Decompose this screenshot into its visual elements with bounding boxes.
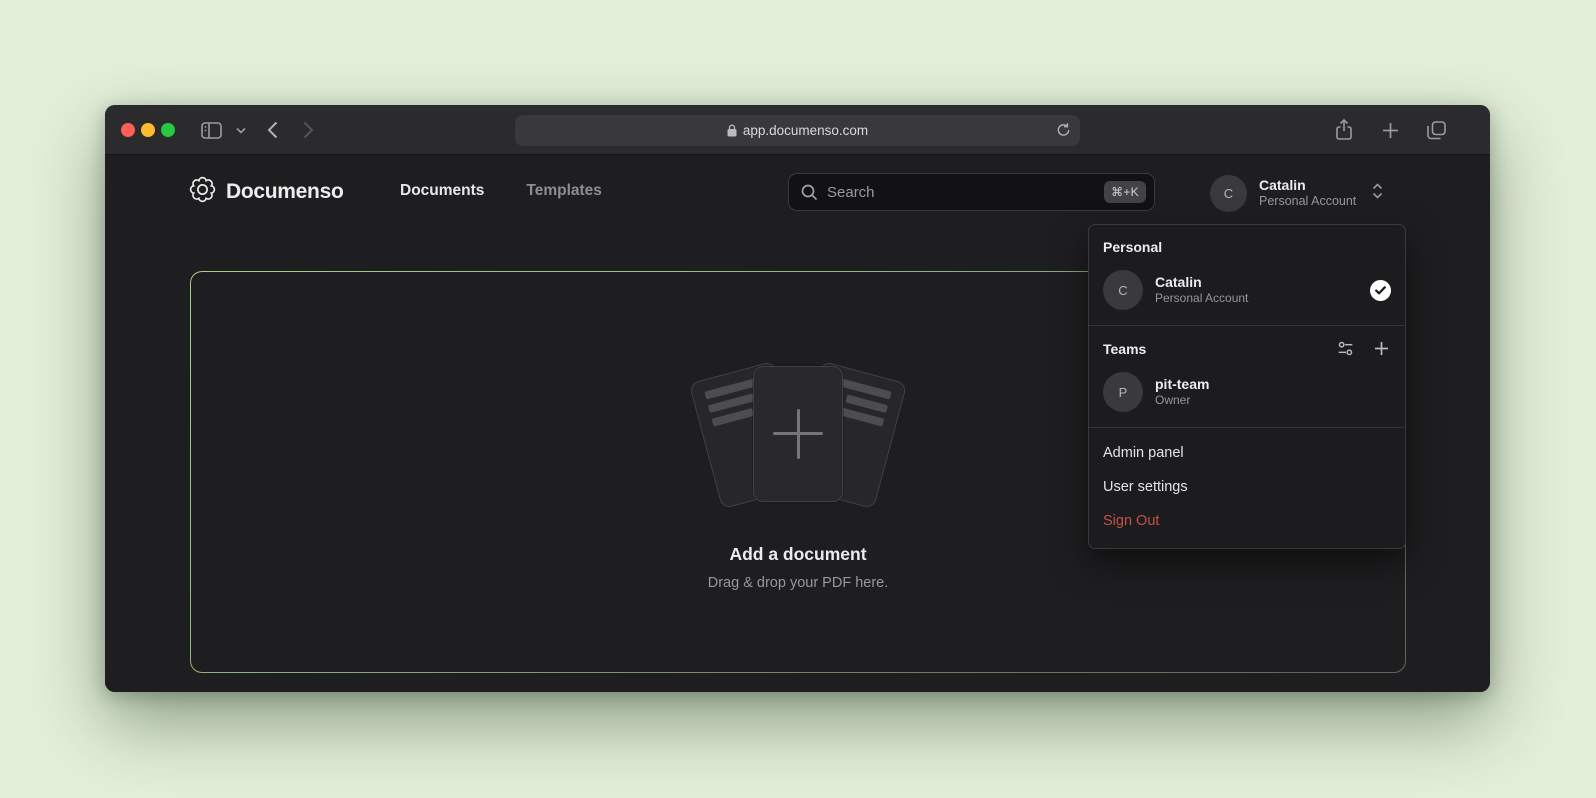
chevron-up-down-icon [1372, 183, 1383, 204]
personal-section: Personal C Catalin Personal Account [1089, 225, 1405, 325]
menu-item-user-settings[interactable]: User settings [1089, 470, 1405, 504]
team-name: pit-team [1155, 375, 1391, 393]
account-dropdown-menu: Personal C Catalin Personal Account [1088, 224, 1406, 549]
personal-section-label: Personal [1089, 235, 1405, 263]
search-placeholder: Search [827, 184, 1104, 201]
account-name: Catalin [1259, 177, 1356, 195]
address-bar[interactable]: app.documenso.com [515, 115, 1080, 146]
account-menu-button[interactable]: C Catalin Personal Account [1210, 175, 1383, 212]
personal-avatar: C [1103, 270, 1143, 310]
search-input[interactable]: Search ⌘+K [788, 173, 1155, 211]
sidebar-toggle-icon[interactable] [199, 118, 223, 142]
new-tab-icon[interactable] [1378, 118, 1402, 142]
account-subtitle: Personal Account [1259, 194, 1356, 210]
documenso-logo-icon [189, 176, 216, 208]
reload-icon[interactable] [1056, 122, 1071, 141]
manage-teams-icon[interactable] [1337, 340, 1354, 357]
back-button[interactable] [260, 118, 284, 142]
document-cards-illustration [683, 354, 913, 522]
plus-icon [773, 409, 823, 459]
document-card-center [753, 366, 843, 502]
tab-overview-icon[interactable] [1424, 118, 1448, 142]
minimize-window-button[interactable] [141, 123, 155, 137]
app-header: Documenso Documents Templates Search ⌘+K… [105, 156, 1490, 226]
menu-item-admin-panel[interactable]: Admin panel [1089, 436, 1405, 470]
brand[interactable]: Documenso [189, 176, 344, 208]
sidebar-chevron-icon[interactable] [229, 118, 253, 142]
search-shortcut-badge: ⌘+K [1104, 181, 1146, 203]
traffic-lights [121, 123, 175, 137]
share-icon[interactable] [1332, 118, 1356, 142]
browser-titlebar: app.documenso.com [105, 105, 1490, 155]
create-team-icon[interactable] [1374, 341, 1389, 356]
browser-window: app.documenso.com [105, 105, 1490, 692]
team-item[interactable]: P pit-team Owner [1089, 365, 1405, 419]
team-role: Owner [1155, 393, 1391, 409]
personal-subtitle: Personal Account [1155, 291, 1358, 307]
teams-section: Teams [1089, 326, 1405, 427]
nav-documents[interactable]: Documents [400, 182, 484, 200]
team-avatar: P [1103, 372, 1143, 412]
dropzone-subtitle: Drag & drop your PDF here. [708, 575, 889, 591]
dropdown-actions: Admin panel User settings Sign Out [1089, 428, 1405, 548]
account-avatar: C [1210, 175, 1247, 212]
teams-section-label: Teams [1103, 341, 1317, 357]
personal-name: Catalin [1155, 273, 1358, 291]
search-icon [801, 184, 818, 201]
personal-account-item[interactable]: C Catalin Personal Account [1089, 263, 1405, 317]
forward-button[interactable] [296, 118, 320, 142]
nav-templates[interactable]: Templates [526, 182, 602, 200]
selected-check-icon [1370, 280, 1391, 301]
brand-wordmark: Documenso [226, 180, 344, 204]
menu-item-sign-out[interactable]: Sign Out [1089, 504, 1405, 538]
page-content: Documenso Documents Templates Search ⌘+K… [105, 156, 1490, 692]
lock-icon [727, 124, 737, 137]
dropzone-title: Add a document [729, 544, 866, 565]
close-window-button[interactable] [121, 123, 135, 137]
url-text: app.documenso.com [743, 123, 868, 138]
zoom-window-button[interactable] [161, 123, 175, 137]
main-nav: Documents Templates [400, 182, 602, 200]
